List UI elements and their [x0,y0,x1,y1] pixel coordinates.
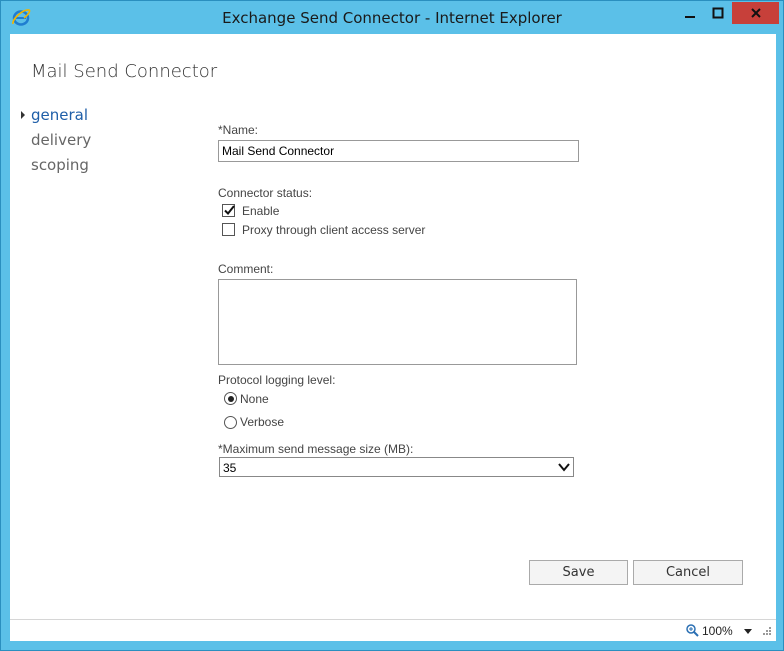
resize-grip-icon[interactable] [762,626,772,636]
max-send-size-value: 35 [223,461,237,475]
enable-checkbox[interactable] [222,204,235,217]
comment-label: Comment: [218,262,274,276]
radio-selected-dot [227,395,234,402]
comment-textarea[interactable] [218,279,577,365]
nav-item-delivery[interactable]: delivery [31,131,91,156]
zoom-level[interactable]: 100% [702,624,733,638]
close-button[interactable] [732,2,779,24]
browser-window: Exchange Send Connector - Internet Explo… [0,0,784,651]
logging-none-radio[interactable] [224,392,237,405]
zoom-icon[interactable] [686,624,699,637]
status-bar: 100% [10,619,776,641]
minimize-button[interactable] [676,2,703,24]
nav-item-label: general [31,106,89,124]
zoom-dropdown-icon[interactable] [744,629,752,634]
minimize-icon [684,16,695,18]
name-input[interactable] [218,140,579,162]
dialog-title: Mail Send Connector [31,61,218,82]
selected-arrow-icon [21,111,25,119]
dialog-content: Mail Send Connector general delivery sco… [10,34,776,619]
chevron-down-icon [558,463,570,472]
max-send-size-select[interactable]: 35 [219,457,574,477]
nav-item-label: delivery [31,131,92,149]
max-send-size-label: *Maximum send message size (MB): [218,442,414,456]
title-bar[interactable]: Exchange Send Connector - Internet Explo… [1,1,783,34]
checkmark-icon [224,205,235,215]
logging-verbose-radio[interactable] [224,416,237,429]
proxy-checkbox[interactable] [222,223,235,236]
window-title: Exchange Send Connector - Internet Explo… [222,9,562,27]
protocol-logging-label: Protocol logging level: [218,373,336,387]
restore-icon [712,7,723,19]
nav-item-general[interactable]: general [21,106,91,131]
section-nav: general delivery scoping [21,106,91,181]
logging-none-label: None [240,392,269,406]
nav-item-label: scoping [31,156,89,174]
close-icon [750,8,761,18]
logging-verbose-label: Verbose [240,415,285,429]
proxy-label: Proxy through client access server [242,223,426,237]
maximize-button[interactable] [704,2,731,24]
connector-status-label: Connector status: [218,186,313,200]
name-label: *Name: [218,123,259,137]
cancel-button[interactable]: Cancel [633,560,743,585]
save-button[interactable]: Save [529,560,628,585]
enable-label: Enable [242,204,280,218]
nav-item-scoping[interactable]: scoping [31,156,91,181]
